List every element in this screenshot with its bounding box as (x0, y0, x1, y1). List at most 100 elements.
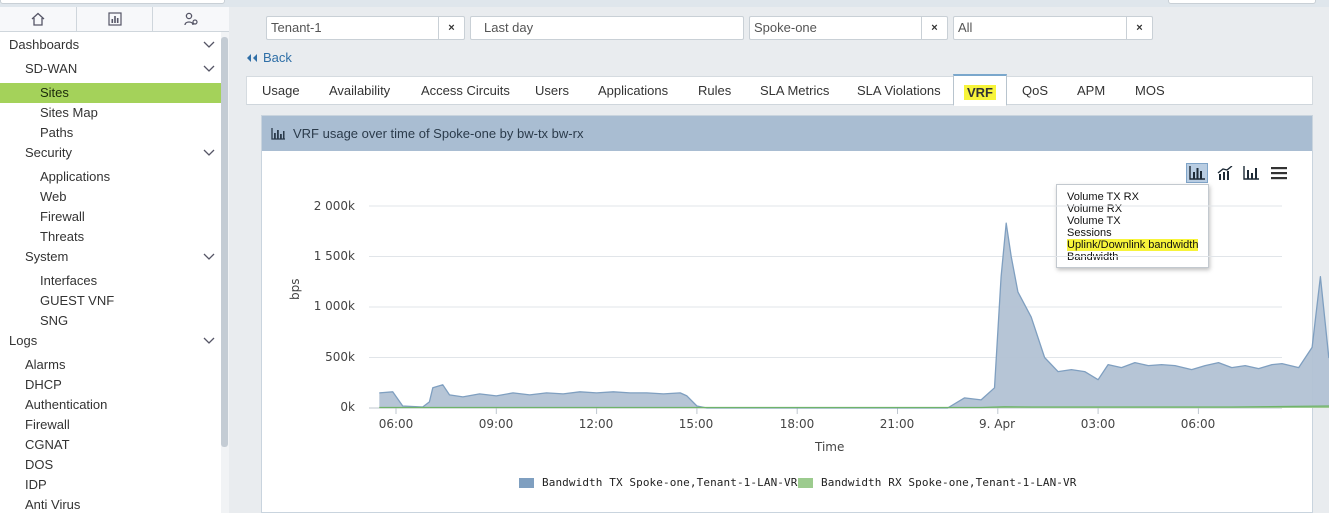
legend-swatch-tx (519, 477, 534, 488)
nav-idp[interactable]: IDP (0, 475, 221, 495)
tab-users[interactable]: Users (535, 77, 569, 105)
site-filter[interactable]: Spoke-one × (749, 16, 948, 40)
tab-sla-metrics[interactable]: SLA Metrics (760, 77, 829, 105)
back-link[interactable]: Back (246, 50, 292, 66)
bar-chart-icon (107, 12, 122, 26)
menu-item-volume-tx[interactable]: Volume TX (1067, 215, 1208, 227)
y-axis-title: bps (288, 278, 302, 301)
chart-line-bar-button[interactable] (1214, 163, 1236, 183)
menu-item-label: Bandwidth (1067, 251, 1119, 263)
nav-label: SNG (40, 313, 69, 328)
nav-cgnat[interactable]: CGNAT (0, 435, 221, 455)
chevron-down-icon (203, 337, 215, 344)
site-filter-value[interactable]: Spoke-one (750, 17, 921, 39)
menu-item-volume-rx[interactable]: Volume RX (1067, 203, 1208, 215)
site-filter-clear-button[interactable]: × (921, 17, 947, 39)
tab-label: Users (535, 83, 569, 98)
menu-item-label: Volume RX (1067, 203, 1123, 215)
column-chart-icon (1243, 166, 1259, 180)
admin-tab[interactable] (153, 7, 229, 31)
panel-header: VRF usage over time of Spoke-one by bw-t… (262, 116, 1312, 151)
x-axis-title: Time (815, 440, 845, 454)
y-tick-label: 1 000k (313, 299, 355, 313)
top-left-box (0, 0, 225, 4)
x-tick-label: 06:00 (1180, 417, 1216, 431)
sidebar-scrollbar-thumb[interactable] (221, 37, 228, 447)
nav-guest-vnf[interactable]: GUEST VNF (0, 291, 221, 311)
x-tick-label: 9. Apr (978, 417, 1016, 431)
x-tick-label: 06:00 (378, 417, 414, 431)
tab-bar: Usage Availability Access Circuits Users… (246, 74, 1313, 106)
nav-web[interactable]: Web (0, 187, 221, 207)
legend-item-tx[interactable]: Bandwidth TX Spoke-one,Tenant-1-LAN-VR (519, 476, 797, 489)
dashboard-tab[interactable] (76, 7, 154, 31)
scope-filter-clear-button[interactable]: × (1126, 17, 1152, 39)
nav-logs-firewall[interactable]: Firewall (0, 415, 221, 435)
tab-mos[interactable]: MOS (1135, 77, 1165, 105)
tab-sla-violations[interactable]: SLA Violations (857, 77, 941, 105)
nav-dos[interactable]: DOS (0, 455, 221, 475)
chevron-down-icon (203, 41, 215, 48)
chart-type-menu-button[interactable] (1186, 163, 1208, 183)
tab-access-circuits[interactable]: Access Circuits (421, 77, 510, 105)
tab-rules[interactable]: Rules (698, 77, 731, 105)
tenant-filter-value[interactable]: Tenant-1 (267, 17, 438, 39)
legend-item-rx[interactable]: Bandwidth RX Spoke-one,Tenant-1-LAN-VR (798, 476, 1076, 489)
tab-availability[interactable]: Availability (329, 77, 390, 105)
hamburger-menu-icon (1271, 167, 1287, 180)
nav-security[interactable]: Security (0, 143, 221, 163)
tab-vrf[interactable]: VRF (953, 74, 1007, 106)
nav-system[interactable]: System (0, 247, 221, 267)
nav-dhcp[interactable]: DHCP (0, 375, 221, 395)
nav-anti-virus[interactable]: Anti Virus (0, 495, 221, 513)
nav-logs[interactable]: Logs (0, 331, 221, 351)
nav-paths[interactable]: Paths (0, 123, 221, 143)
nav-applications[interactable]: Applications (0, 167, 221, 187)
time-range-filter[interactable]: Last day (470, 16, 744, 40)
nav-dashboards[interactable]: Dashboards (0, 35, 221, 55)
x-tick-label: 12:00 (578, 417, 614, 431)
top-right-search[interactable] (1168, 0, 1316, 4)
menu-item-sessions[interactable]: Sessions (1067, 227, 1208, 239)
time-range-value[interactable]: Last day (471, 17, 743, 39)
menu-item-label: Volume TX (1067, 215, 1121, 227)
nav-sites-map[interactable]: Sites Map (0, 103, 221, 123)
chevron-down-icon (203, 149, 215, 156)
home-tab[interactable] (0, 7, 77, 31)
tab-apm[interactable]: APM (1077, 77, 1105, 105)
tab-applications[interactable]: Applications (598, 77, 668, 105)
nav-authentication[interactable]: Authentication (0, 395, 221, 415)
nav-label: Applications (40, 169, 111, 184)
scope-filter[interactable]: All × (953, 16, 1153, 40)
nav-alarms[interactable]: Alarms (0, 355, 221, 375)
nav-label: DOS (25, 457, 54, 472)
tenant-filter-clear-button[interactable]: × (438, 17, 464, 39)
chevron-down-icon (203, 253, 215, 260)
nav-label: Paths (40, 125, 74, 140)
tenant-filter[interactable]: Tenant-1 × (266, 16, 465, 40)
nav-sites[interactable]: Sites (0, 83, 221, 103)
x-tick-label: 03:00 (1080, 417, 1116, 431)
x-tick-label: 09:00 (478, 417, 514, 431)
chart-options-menu-button[interactable] (1268, 163, 1290, 183)
menu-item-bandwidth[interactable]: Bandwidth (1067, 251, 1208, 263)
nav-label: GUEST VNF (40, 293, 115, 308)
scope-filter-value[interactable]: All (954, 17, 1126, 39)
line-bar-chart-icon (1217, 166, 1233, 180)
legend-label-rx: Bandwidth RX Spoke-one,Tenant-1-LAN-VR (821, 476, 1077, 489)
legend-swatch-rx (798, 477, 813, 488)
nav-firewall[interactable]: Firewall (0, 207, 221, 227)
nav-sd-wan[interactable]: SD-WAN (0, 59, 221, 79)
menu-item-uplink-downlink-bandwidth[interactable]: Uplink/Downlink bandwidth (1067, 239, 1208, 251)
tab-qos[interactable]: QoS (1022, 77, 1048, 105)
nav-label: Logs (9, 333, 38, 348)
nav-interfaces[interactable]: Interfaces (0, 271, 221, 291)
nav-label: Anti Virus (25, 497, 81, 512)
chart-bar-button[interactable] (1240, 163, 1262, 183)
tab-label: VRF (964, 85, 996, 100)
tab-usage[interactable]: Usage (262, 77, 300, 105)
menu-item-volume-tx-rx[interactable]: Volume TX RX (1067, 191, 1208, 203)
home-icon (31, 12, 45, 26)
nav-sng[interactable]: SNG (0, 311, 221, 331)
nav-threats[interactable]: Threats (0, 227, 221, 247)
